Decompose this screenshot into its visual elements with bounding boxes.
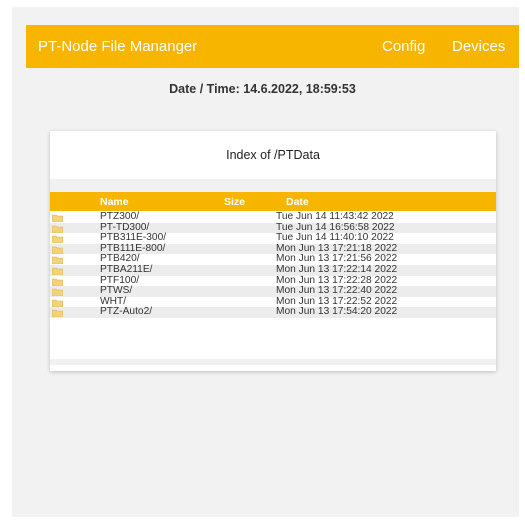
file-index-panel: Index of /PTData Name Size Date PTZ300/T… — [50, 131, 496, 371]
folder-icon — [52, 225, 63, 233]
folder-icon — [52, 246, 63, 254]
table-header: Name Size Date — [50, 192, 496, 211]
table-row[interactable]: PTBA211E/Mon Jun 13 17:22:14 2022 — [50, 263, 496, 276]
column-header-date[interactable]: Date — [286, 196, 309, 208]
file-list: PTZ300/Tue Jun 14 11:43:42 2022 PT-TD300/… — [50, 211, 496, 318]
folder-icon — [52, 257, 63, 265]
file-date: Mon Jun 13 17:54:20 2022 — [276, 306, 398, 318]
index-title: Index of /PTData — [226, 148, 320, 162]
folder-icon — [52, 267, 63, 275]
nav-config-link[interactable]: Config — [382, 38, 425, 55]
folder-icon — [52, 299, 63, 307]
folder-icon — [52, 214, 63, 222]
folder-icon — [52, 235, 63, 244]
file-name-link[interactable]: PTBA211E/ — [100, 264, 152, 276]
folder-icon — [52, 288, 63, 297]
table-row[interactable]: PTZ300/Tue Jun 14 11:43:42 2022 — [50, 211, 496, 223]
column-header-name[interactable]: Name — [100, 196, 129, 208]
panel-footer — [50, 359, 496, 365]
file-date: Tue Jun 14 11:43:42 2022 — [276, 211, 394, 222]
folder-icon — [52, 278, 63, 286]
app-title: PT-Node File Mananger — [38, 38, 198, 55]
file-name-link[interactable]: PTZ300/ — [100, 211, 139, 223]
column-header-size[interactable]: Size — [224, 196, 245, 208]
top-navbar: PT-Node File Mananger Config Devices — [26, 25, 519, 68]
folder-icon — [52, 310, 63, 318]
datetime-display: Date / Time: 14.6.2022, 18:59:53 — [169, 82, 356, 96]
file-name-link[interactable]: PTZ-Auto2/ — [100, 307, 152, 318]
table-row[interactable]: PTZ-Auto2/Mon Jun 13 17:54:20 2022 — [50, 307, 496, 318]
nav-devices-link[interactable]: Devices — [452, 38, 505, 55]
panel-divider — [50, 179, 496, 192]
file-date: Mon Jun 13 17:22:14 2022 — [276, 263, 398, 275]
